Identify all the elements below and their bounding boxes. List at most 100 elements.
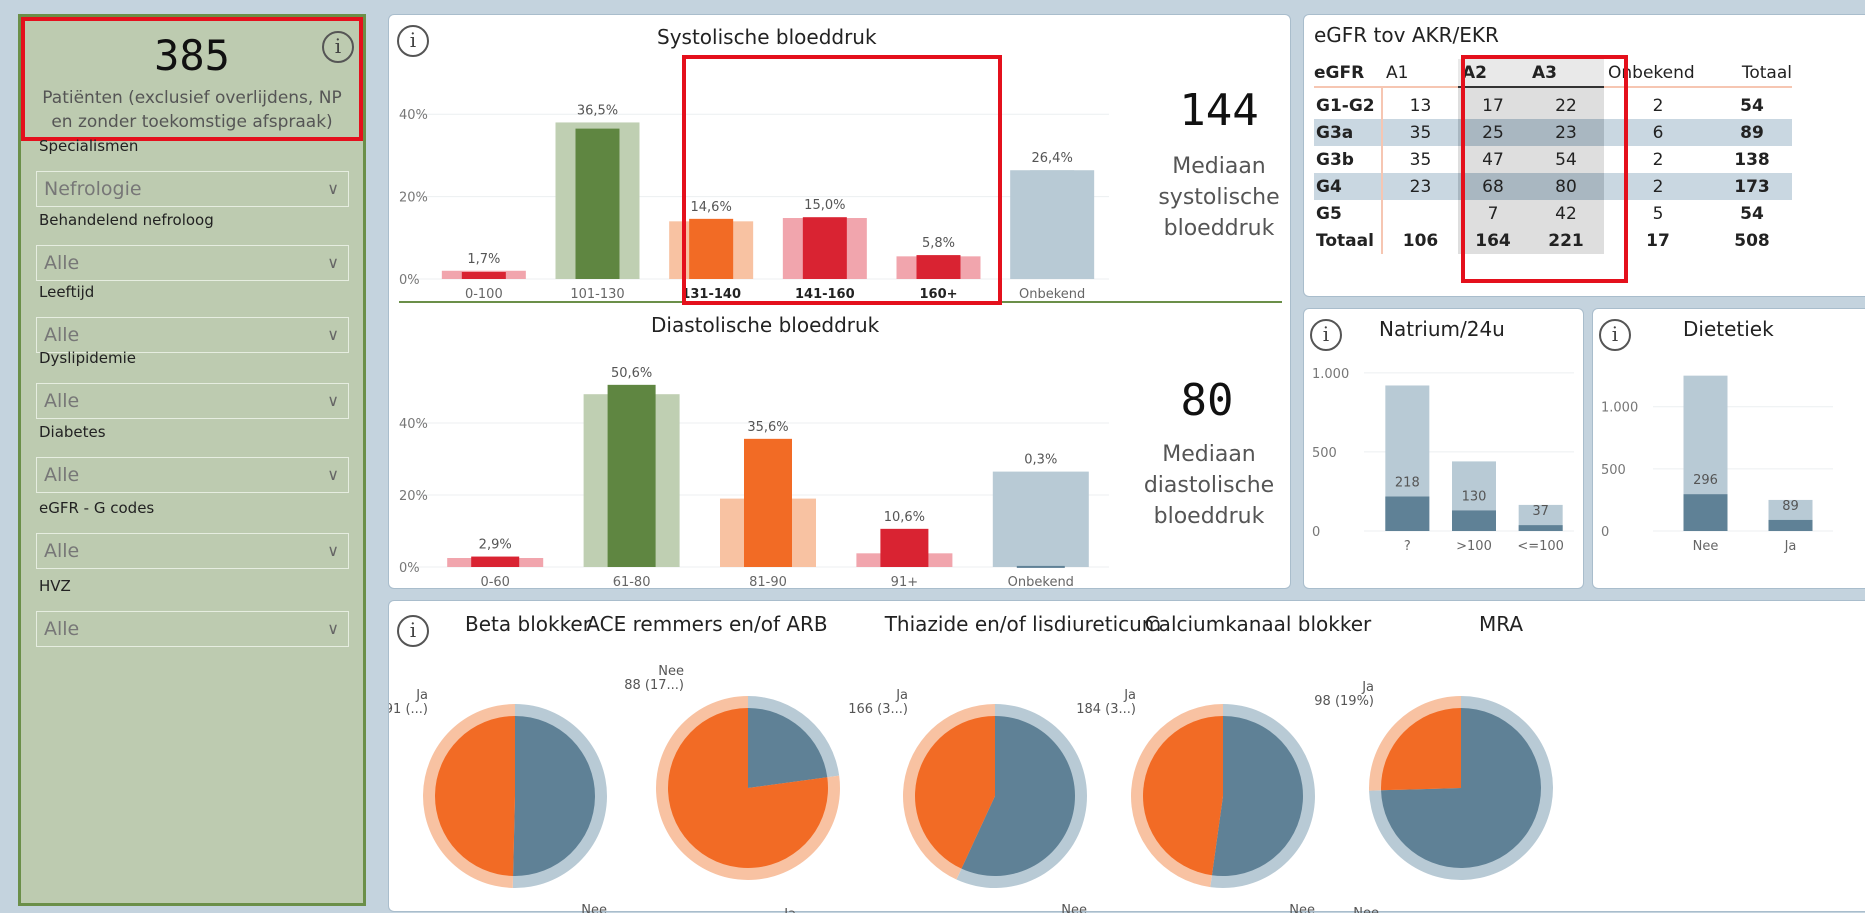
data-label: 218 — [1395, 476, 1420, 491]
data-label: 89 — [1782, 499, 1799, 514]
filter-label: Behandelend nefroloog — [39, 211, 214, 229]
info-icon[interactable]: i — [1310, 319, 1342, 351]
filter-label: Leeftijd — [39, 283, 95, 301]
natrium-bar-chart: 0 500 1.000 218? 130 >100 37 <=100 — [1312, 367, 1574, 554]
filter-dropdown[interactable]: Alle ∨ — [36, 457, 349, 493]
chevron-down-icon: ∨ — [327, 253, 339, 272]
pie-slice-value: 88 (17...) — [624, 678, 684, 693]
filter-dropdown[interactable]: Alle ∨ — [36, 245, 349, 281]
data-label: 10,6% — [884, 510, 925, 525]
filter-label: Dyslipidemie — [39, 349, 137, 367]
background-bar — [992, 471, 1089, 567]
pie-slice-value: 166 (3...) — [848, 702, 908, 717]
dietetiek-title: Dietetiek — [1683, 317, 1774, 341]
bar — [1683, 494, 1728, 531]
table-cell: 138 — [1734, 149, 1770, 170]
diastolic-chart-title: Diastolische bloeddruk — [651, 313, 880, 337]
table-cell — [1382, 200, 1458, 227]
filter-value: Nefrologie — [44, 178, 142, 200]
pie-slice-label: Ja — [895, 688, 908, 703]
systolic-chart-title: Systolische bloeddruk — [657, 25, 877, 49]
category-label: Onbekend — [1019, 287, 1085, 302]
filter-dropdown[interactable]: Nefrologie ∨ — [36, 171, 349, 207]
chevron-down-icon: ∨ — [327, 619, 339, 638]
table-cell: 106 — [1402, 230, 1439, 251]
table-cell: 173 — [1712, 173, 1792, 200]
table-header: A1 — [1382, 59, 1458, 88]
bar — [1518, 525, 1563, 531]
y-tick-label: 0% — [399, 561, 420, 576]
table-cell: G4 — [1314, 173, 1383, 200]
filter-value: Alle — [44, 252, 80, 274]
category-label: <=100 — [1517, 539, 1564, 554]
bar — [1030, 170, 1075, 279]
bar — [880, 528, 929, 567]
category-label: 81-90 — [749, 575, 787, 588]
table-cell: 508 — [1734, 230, 1770, 251]
filter-value: Alle — [44, 464, 80, 486]
bar — [471, 556, 520, 567]
table-cell: 54 — [1740, 95, 1764, 116]
filter-label: HVZ — [39, 577, 71, 595]
category-label: 0-100 — [465, 287, 503, 302]
dietetiek-bar-chart: 0 500 1.000 296 Nee 89 Ja — [1601, 375, 1833, 554]
chevron-down-icon: ∨ — [327, 541, 339, 560]
y-tick-label: 500 — [1312, 446, 1337, 461]
medication-pie-charts: Beta blokkerJa191 (...)Nee194 (3...)ACE … — [389, 612, 1553, 913]
patient-count-label: Patiënten (exclusief overlijdens, NP en … — [42, 88, 342, 132]
highlight-box — [682, 55, 1002, 305]
category-label: 61-80 — [613, 575, 651, 588]
diastolic-bar-chart: 0% 20% 40% 2,9% 0-60 50,6% 61-80 35,6% 81-90 10,6… — [399, 366, 1109, 588]
info-icon[interactable]: i — [397, 25, 429, 57]
data-label: 50,6% — [611, 366, 652, 381]
filter-label: Specialismen — [39, 137, 139, 155]
systolic-median-value: 144 — [1179, 85, 1259, 136]
pie-title: Beta blokker — [465, 612, 592, 636]
pie-title: MRA — [1479, 612, 1523, 636]
category-label: 0-60 — [480, 575, 510, 588]
y-tick-label: 500 — [1601, 463, 1626, 478]
info-icon[interactable]: i — [322, 31, 354, 63]
y-tick-label: 0 — [1312, 525, 1320, 540]
category-label: Nee — [1693, 539, 1719, 554]
egfr-panel: eGFR tov AKR/EKR eGFR A1 A2 A3 Onbekend Totaa… — [1303, 14, 1865, 297]
data-label: 37 — [1532, 504, 1549, 519]
category-label: >100 — [1456, 539, 1492, 554]
patient-count-card: 385 Patiënten (exclusief overlijdens, NP… — [21, 17, 363, 141]
table-cell: G3a — [1314, 119, 1383, 146]
pie-title: Thiazide en/of lisdiureticum — [884, 612, 1162, 636]
category-label: Onbekend — [1008, 575, 1074, 588]
pie-slice-value: 98 (19%) — [1314, 694, 1374, 709]
bar — [1385, 496, 1430, 531]
table-cell: 13 — [1409, 95, 1432, 116]
systolic-median-label: Mediaan systolische bloeddruk — [1158, 154, 1280, 241]
table-cell: G1-G2 — [1314, 87, 1383, 119]
bar — [461, 271, 506, 279]
info-icon[interactable]: i — [1599, 319, 1631, 351]
blood-pressure-panel: i Systolische bloeddruk 0% 20% 40% 1,7% 0-10… — [388, 14, 1291, 589]
table-cell: 35 — [1409, 149, 1432, 170]
filter-value: Alle — [44, 390, 80, 412]
bar — [575, 128, 620, 279]
pie-title: Calciumkanaal blokker — [1145, 612, 1372, 636]
dietetiek-panel: i Dietetiek 0 500 1.000 296 Nee 89 Ja — [1592, 308, 1865, 589]
egfr-title: eGFR tov AKR/EKR — [1314, 23, 1499, 47]
filter-dropdown[interactable]: Alle ∨ — [36, 317, 349, 353]
y-tick-label: 40% — [399, 417, 428, 432]
bar — [1452, 510, 1496, 531]
table-cell: G5 — [1314, 200, 1383, 227]
y-tick-label: 20% — [399, 489, 428, 504]
category-label: Ja — [1784, 539, 1797, 554]
category-label: 91+ — [891, 575, 918, 588]
filter-dropdown[interactable]: Alle ∨ — [36, 611, 349, 647]
table-cell: 54 — [1740, 203, 1764, 224]
y-tick-label: 20% — [399, 191, 428, 206]
filter-dropdown[interactable]: Alle ∨ — [36, 533, 349, 569]
filter-value: Alle — [44, 324, 80, 346]
medication-panel: i Beta blokkerJa191 (...)Nee194 (3...)AC… — [388, 600, 1865, 913]
pie-slice-label: Ja — [1123, 688, 1136, 703]
filter-sidebar: 385 Patiënten (exclusief overlijdens, NP… — [18, 14, 366, 906]
filter-dropdown[interactable]: Alle ∨ — [36, 383, 349, 419]
bar — [1016, 565, 1065, 568]
table-cell: G3b — [1314, 146, 1383, 173]
